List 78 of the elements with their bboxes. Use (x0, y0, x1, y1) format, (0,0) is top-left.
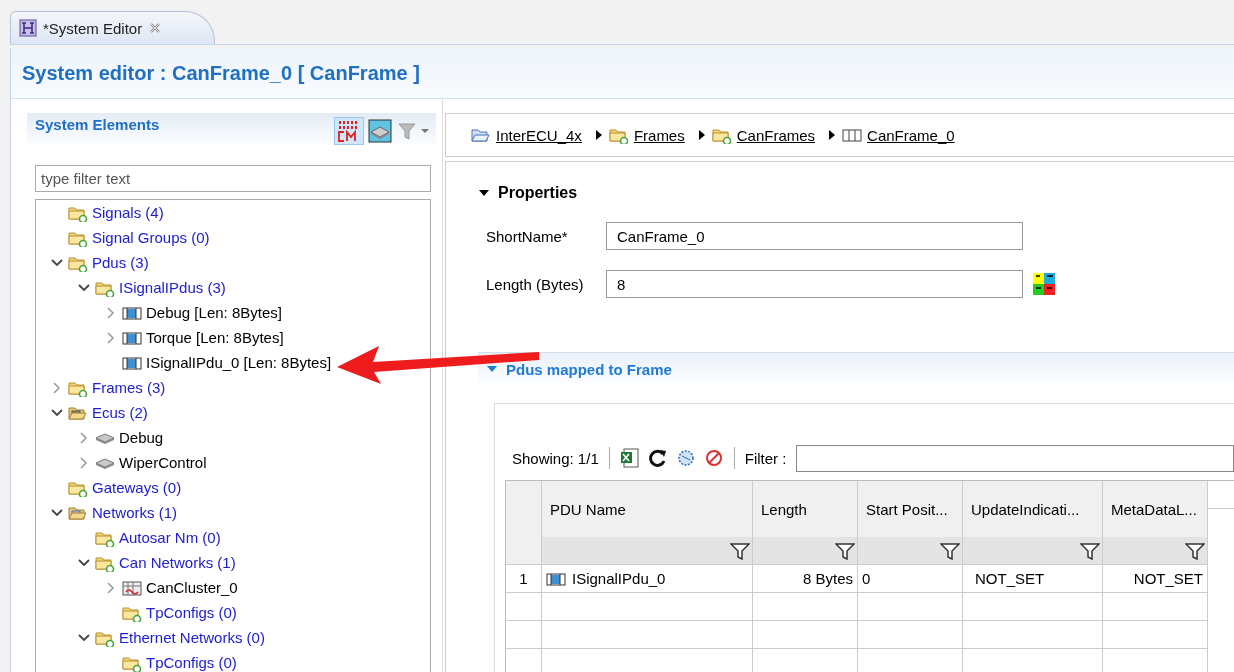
table-cell: NOT_SET (975, 570, 1045, 587)
field-label: ShortName* (486, 227, 569, 245)
filter-icon[interactable] (1185, 541, 1205, 560)
folder-icon (608, 126, 629, 144)
filter-field[interactable]: type filter text (35, 165, 431, 192)
tree-item[interactable]: Autosar Nm (0) (119, 529, 221, 546)
filter-cell[interactable] (963, 537, 1103, 565)
table-cell (506, 593, 542, 621)
filter-icon[interactable] (940, 541, 960, 560)
number-base-icon[interactable] (1033, 273, 1055, 295)
tree-item[interactable]: Ecus (2) (92, 404, 148, 421)
table-cell (506, 621, 542, 649)
tree-item[interactable]: Debug [Len: 8Bytes] (146, 304, 282, 321)
folder-icon (711, 126, 732, 144)
tree-item[interactable]: ISignalIPdu_0 [Len: 8Bytes] (146, 354, 332, 371)
filter-cell[interactable] (753, 537, 858, 565)
tab-title: *System Editor (43, 19, 143, 37)
text-field[interactable]: 8 (606, 270, 1023, 298)
field-label: Length (Bytes) (486, 275, 585, 293)
row-count: Showing: 1/1 (512, 449, 599, 467)
network-icon (122, 578, 142, 597)
refresh-icon[interactable] (647, 448, 668, 468)
table-cell: NOT_SET (1133, 570, 1203, 587)
filter-cell[interactable] (542, 537, 753, 565)
spreadsheet-icon[interactable] (619, 448, 640, 468)
section-title: Properties (498, 184, 578, 202)
text-field[interactable]: CanFrame_0 (606, 222, 1023, 250)
prohibited-icon[interactable] (703, 448, 724, 468)
separator-icon (696, 128, 707, 142)
column-header[interactable]: PDU Name (542, 481, 753, 537)
tree-item[interactable]: Ethernet Networks (0) (119, 629, 265, 646)
column-header[interactable]: UpdateIndicati... (963, 481, 1103, 537)
grid-toggle-icon[interactable] (334, 117, 364, 145)
table-cell (506, 537, 542, 565)
tree-item[interactable]: Torque [Len: 8Bytes] (146, 329, 284, 346)
globe-icon[interactable] (675, 448, 696, 468)
tree-item[interactable]: TpConfigs (0) (146, 604, 237, 621)
folder-icon (471, 126, 491, 144)
chip-icon[interactable] (368, 119, 392, 143)
filter-icon[interactable] (835, 541, 855, 560)
tree-item[interactable]: Debug (119, 429, 164, 446)
column-header[interactable]: Length (753, 481, 858, 537)
table-cell: ISignalIPdu_0 (572, 570, 666, 587)
breadcrumb-link[interactable]: CanFrames (736, 126, 821, 144)
tree-item[interactable]: TpConfigs (0) (146, 654, 237, 671)
filter-icon[interactable] (1080, 541, 1100, 560)
close-icon[interactable] (148, 21, 163, 35)
separator-icon (593, 128, 604, 142)
editor-header: System editor : CanFrame_0 [ CanFrame ] (11, 48, 1234, 99)
table-cell: 8 Bytes (802, 570, 853, 587)
tree-item[interactable]: Signal Groups (0) (92, 229, 210, 246)
column-header[interactable]: Start Posit... (858, 481, 963, 537)
breadcrumb-link[interactable]: InterECU_4x (496, 126, 587, 144)
filter-cell[interactable] (1103, 537, 1208, 565)
tree-item[interactable]: ISignalIPdus (3) (119, 279, 226, 296)
breadcrumb-link[interactable]: Frames (633, 126, 690, 144)
breadcrumb-link[interactable]: CanFrame_0 (867, 126, 960, 144)
tree-item[interactable]: Signals (4) (92, 204, 164, 221)
tree-item[interactable]: Pdus (3) (92, 254, 149, 271)
filter-cell[interactable] (858, 537, 963, 565)
panel-title: System Elements (35, 115, 160, 133)
tree-item[interactable]: Networks (1) (92, 504, 177, 521)
filter-icon[interactable] (730, 541, 750, 560)
frame-icon (842, 126, 863, 144)
tree-item[interactable]: CanCluster_0 (146, 579, 238, 596)
tree-item[interactable]: WiperControl (119, 454, 207, 471)
tree-item[interactable]: Frames (3) (92, 379, 166, 396)
row-number: 1 (506, 565, 542, 593)
section-title: Pdus mapped to Frame (506, 360, 672, 378)
editor-icon (19, 19, 37, 37)
filter-label: Filter : (744, 449, 787, 467)
table-corner (506, 481, 542, 537)
filter-field[interactable] (796, 444, 1234, 472)
table-cell: 0 (862, 570, 871, 587)
tree-item[interactable]: Can Networks (1) (119, 554, 236, 571)
editor-tab[interactable]: *System Editor (10, 11, 215, 44)
column-header[interactable]: MetaDataL... (1103, 481, 1208, 537)
tree-item[interactable]: Gateways (0) (92, 479, 182, 496)
